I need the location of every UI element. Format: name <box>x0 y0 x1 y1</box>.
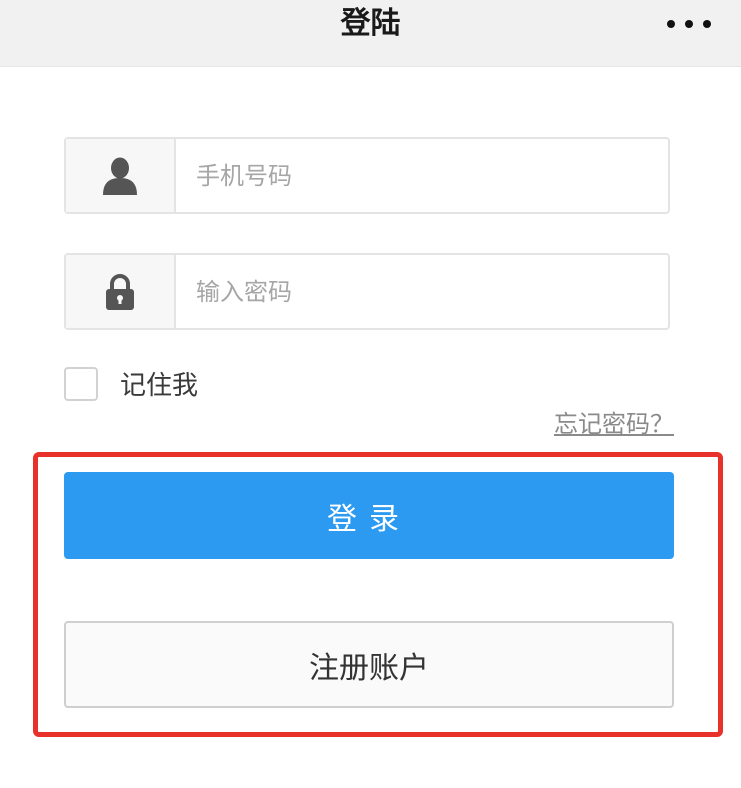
login-page: 登陆 记住我 忘记密码？ 登 <box>0 0 741 788</box>
dot <box>703 20 711 28</box>
password-field-icon-cell <box>66 255 176 328</box>
phone-field <box>64 137 670 214</box>
remember-checkbox[interactable] <box>64 366 98 401</box>
password-field <box>64 253 670 330</box>
page-title: 登陆 <box>340 6 401 41</box>
login-button[interactable]: 登录 <box>64 472 674 559</box>
user-icon <box>103 157 137 195</box>
more-dots-icon[interactable] <box>667 12 711 36</box>
dot <box>685 20 693 28</box>
title-bar: 登陆 <box>0 0 741 67</box>
phone-field-icon-cell <box>66 139 176 212</box>
password-input[interactable] <box>176 255 668 328</box>
phone-input[interactable] <box>176 139 668 212</box>
lock-icon <box>106 273 134 310</box>
remember-me[interactable]: 记住我 <box>64 365 198 402</box>
remember-label: 记住我 <box>120 371 199 401</box>
forgot-password-link[interactable]: 忘记密码？ <box>554 404 674 439</box>
dot <box>667 20 675 28</box>
register-button[interactable]: 注册账户 <box>64 621 674 708</box>
